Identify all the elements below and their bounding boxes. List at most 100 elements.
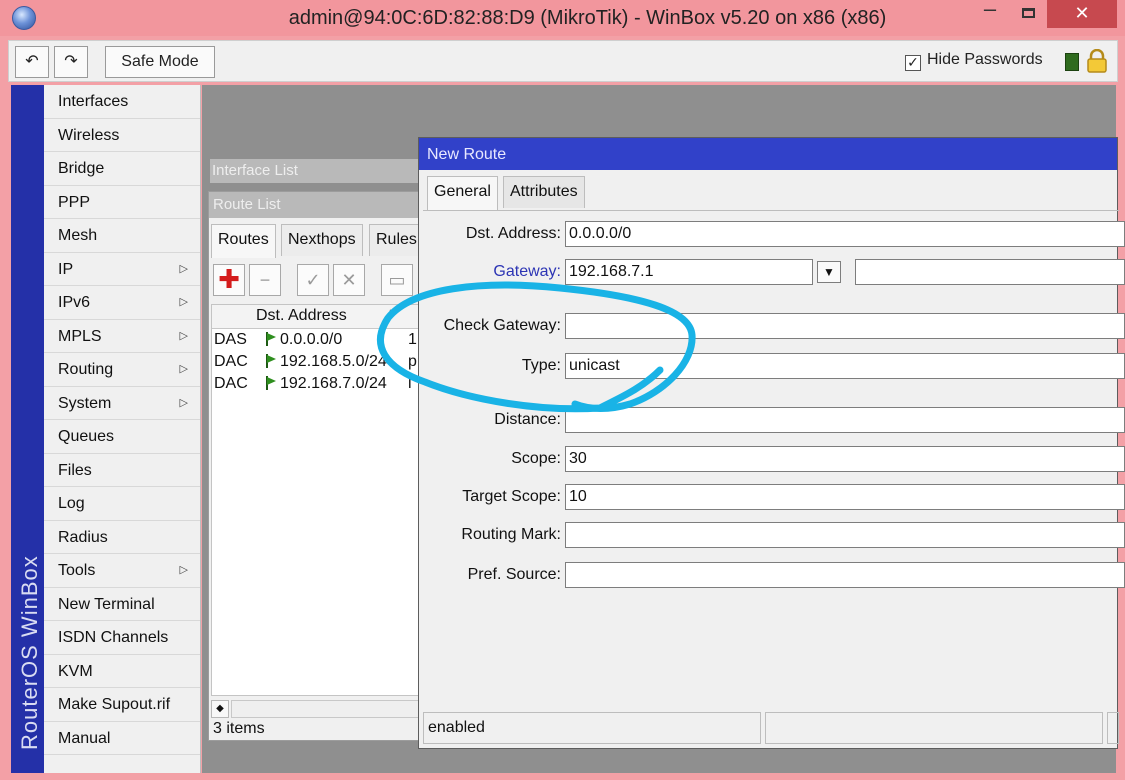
route-table-header: Dst. Address /: [212, 305, 422, 329]
undo-button[interactable]: ↶: [15, 46, 49, 78]
hide-passwords-checkbox[interactable]: ✓: [905, 55, 921, 71]
routing-mark-select[interactable]: [565, 522, 1125, 548]
hide-passwords-label: Hide Passwords: [927, 51, 1043, 68]
sidebar-item-mpls[interactable]: MPLS ▷: [44, 320, 200, 353]
tab-attributes[interactable]: Attributes: [503, 176, 585, 208]
sidebar-item-files[interactable]: Files: [44, 454, 200, 487]
sidebar-item-kvm[interactable]: KVM: [44, 655, 200, 688]
gateway-label[interactable]: Gateway:: [493, 263, 561, 281]
sidebar-item-new-terminal[interactable]: New Terminal: [44, 588, 200, 621]
tab-rules[interactable]: Rules: [369, 224, 423, 256]
cross-icon: ✕: [341, 270, 357, 290]
route-dst-address: 0.0.0.0/0: [280, 331, 343, 348]
safe-mode-button[interactable]: Safe Mode: [105, 46, 215, 78]
route-dst-address: 192.168.5.0/24: [280, 353, 387, 370]
remove-route-button[interactable]: −: [249, 264, 281, 296]
gateway-input[interactable]: 192.168.7.1: [565, 259, 813, 285]
distance-input[interactable]: [565, 407, 1125, 433]
hide-passwords-toggle[interactable]: ✓ Hide Passwords: [905, 51, 1043, 71]
status-cell: [1107, 712, 1119, 744]
dst-address-label: Dst. Address:: [465, 225, 561, 242]
lock-icon: [1087, 49, 1107, 73]
table-row[interactable]: DAC 192.168.5.0/24 p: [212, 351, 422, 373]
field-row-distance: Distance:: [423, 407, 1125, 435]
new-route-dialog-title[interactable]: New Route: [419, 138, 1117, 170]
sidebar-item-make-supout[interactable]: Make Supout.rif: [44, 688, 200, 722]
field-row-gateway: Gateway: 192.168.7.1 ▼: [423, 259, 1125, 287]
route-flag-icon: [266, 332, 276, 346]
sidebar-item-interfaces[interactable]: Interfaces: [44, 85, 200, 119]
route-dst-address: 192.168.7.0/24: [280, 375, 387, 392]
interface-list-window-title[interactable]: Interface List: [210, 159, 424, 183]
tab-nexthops[interactable]: Nexthops: [281, 224, 363, 256]
sidebar-item-log[interactable]: Log: [44, 487, 200, 521]
field-row-routing-mark: Routing Mark:: [423, 522, 1125, 550]
route-flags: DAC: [214, 375, 248, 392]
pref-source-label: Pref. Source:: [467, 566, 561, 583]
minimize-button[interactable]: –: [972, 0, 1008, 28]
new-route-dialog: New Route General Attributes Dst. Addres…: [418, 137, 1125, 749]
check-gateway-label: Check Gateway:: [443, 317, 561, 334]
field-row-type: Type: unicast: [423, 353, 1125, 381]
submenu-arrow-icon: ▷: [179, 564, 188, 576]
submenu-arrow-icon: ▷: [179, 396, 188, 409]
dst-address-input[interactable]: 0.0.0.0/0: [565, 221, 1125, 247]
scroll-left-button[interactable]: ◆: [211, 700, 229, 718]
type-select[interactable]: unicast: [565, 353, 1125, 379]
disable-route-button[interactable]: ✕: [333, 264, 365, 296]
target-scope-label: Target Scope:: [462, 488, 561, 505]
sidebar-item-bridge[interactable]: Bridge: [44, 152, 200, 186]
route-flags: DAC: [214, 353, 248, 370]
new-route-form: Dst. Address: 0.0.0.0/0 Gateway: 192.168…: [423, 210, 1125, 706]
tab-general[interactable]: General: [427, 176, 498, 211]
brand-text: RouterOS WinBox: [17, 555, 42, 750]
route-extra: p: [408, 353, 417, 370]
route-list-window-title[interactable]: Route List: [209, 192, 421, 218]
minus-icon: −: [259, 270, 271, 290]
connection-status-indicator: [1065, 53, 1079, 71]
add-route-button[interactable]: ✚: [213, 264, 245, 296]
route-extra: 1: [408, 331, 417, 348]
route-flags: DAS: [214, 331, 247, 348]
sidebar-item-manual[interactable]: Manual: [44, 722, 200, 755]
redo-button[interactable]: ↷: [54, 46, 88, 78]
comment-route-button[interactable]: ▭: [381, 264, 413, 296]
close-button[interactable]: ✕: [1047, 0, 1117, 28]
tab-routes[interactable]: Routes: [211, 224, 276, 258]
scope-label: Scope:: [511, 450, 561, 467]
route-flag-icon: [266, 376, 276, 390]
field-row-target-scope: Target Scope: 10: [423, 484, 1125, 512]
sidebar-item-system[interactable]: System ▷: [44, 387, 200, 420]
gateway-extra-input[interactable]: [855, 259, 1125, 285]
sidebar-item-wireless[interactable]: Wireless: [44, 119, 200, 152]
route-count: 3 items: [213, 720, 265, 737]
check-gateway-select[interactable]: [565, 313, 1125, 339]
column-header-dst-address[interactable]: Dst. Address: [256, 307, 347, 325]
submenu-arrow-icon: ▷: [179, 363, 188, 375]
sidebar-item-radius[interactable]: Radius: [44, 521, 200, 554]
sidebar-item-ip[interactable]: IP ▷: [44, 253, 200, 286]
gateway-dropdown-button[interactable]: ▼: [817, 261, 841, 283]
maximize-button[interactable]: [1012, 0, 1044, 28]
plus-icon: ✚: [218, 264, 240, 294]
table-row[interactable]: DAS 0.0.0.0/0 1: [212, 329, 422, 351]
submenu-arrow-icon: ▷: [179, 296, 188, 308]
sidebar-item-tools[interactable]: Tools ▷: [44, 554, 200, 588]
horizontal-scrollbar[interactable]: [231, 700, 423, 718]
route-extra: l: [408, 375, 412, 392]
pref-source-input[interactable]: [565, 562, 1125, 588]
sidebar-item-isdn-channels[interactable]: ISDN Channels: [44, 621, 200, 655]
undo-icon: ↶: [25, 53, 39, 70]
sidebar-item-queues[interactable]: Queues: [44, 420, 200, 454]
status-enabled: enabled: [423, 712, 761, 744]
sidebar-item-ipv6[interactable]: IPv6 ▷: [44, 286, 200, 320]
table-row[interactable]: DAC 192.168.7.0/24 l: [212, 373, 422, 395]
sidebar-item-mesh[interactable]: Mesh: [44, 219, 200, 253]
title-bar: admin@94:0C:6D:82:88:D9 (MikroTik) - Win…: [0, 0, 1125, 36]
enable-route-button[interactable]: ✓: [297, 264, 329, 296]
sidebar-item-ppp[interactable]: PPP: [44, 186, 200, 219]
scope-input[interactable]: 30: [565, 446, 1125, 472]
chevron-down-icon: ▼: [823, 265, 835, 279]
target-scope-input[interactable]: 10: [565, 484, 1125, 510]
sidebar-item-routing[interactable]: Routing ▷: [44, 353, 200, 387]
